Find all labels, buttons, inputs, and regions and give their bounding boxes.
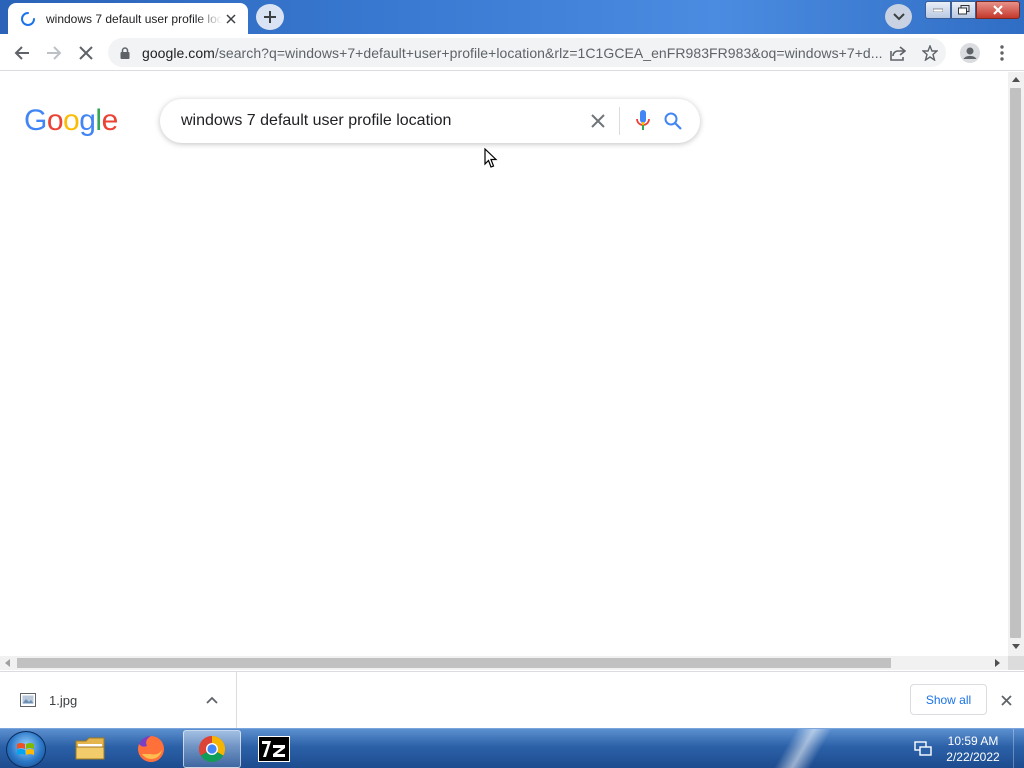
share-button[interactable] <box>884 39 912 67</box>
network-icon[interactable] <box>914 741 932 757</box>
vertical-scrollbar[interactable] <box>1008 72 1024 656</box>
horizontal-scrollbar[interactable] <box>0 656 1008 670</box>
page-content: Google windows 7 default user profile lo… <box>0 72 1008 656</box>
firefox-icon <box>138 736 164 762</box>
show-all-button[interactable]: Show all <box>910 684 987 715</box>
logo-letter: e <box>101 104 119 137</box>
tab-search-button[interactable] <box>885 4 912 29</box>
scroll-down-icon[interactable] <box>1012 644 1020 649</box>
lock-icon[interactable] <box>120 46 132 60</box>
taskbar-firefox[interactable] <box>122 730 180 768</box>
image-file-icon <box>20 693 36 707</box>
stop-loading-button[interactable] <box>72 39 100 67</box>
search-divider <box>619 107 620 135</box>
windows-logo-icon <box>17 742 34 755</box>
windows-taskbar: 10:59 AM 2/22/2022 <box>0 728 1024 768</box>
minimize-button[interactable] <box>925 1 951 19</box>
new-tab-button[interactable] <box>256 4 284 30</box>
restore-button[interactable] <box>951 1 976 19</box>
clock-time: 10:59 AM <box>947 734 999 748</box>
search-input[interactable]: windows 7 default user profile location <box>160 112 583 130</box>
scroll-up-icon[interactable] <box>1012 77 1020 82</box>
close-shelf-icon[interactable] <box>996 690 1016 710</box>
microphone-icon[interactable] <box>628 106 658 136</box>
taskbar-explorer[interactable] <box>61 730 119 768</box>
download-file-name: 1.jpg <box>49 692 78 708</box>
logo-letter: g <box>79 104 96 137</box>
arrow-right-icon <box>47 46 62 60</box>
taskbar-7zip[interactable] <box>245 730 303 768</box>
bookmark-button[interactable] <box>916 39 944 67</box>
clock-date: 2/22/2022 <box>946 750 1000 764</box>
logo-letter: G <box>24 104 47 137</box>
url-path: /search?q=windows+7+default+user+profile… <box>214 44 883 61</box>
browser-tab[interactable]: windows 7 default user profile location <box>8 3 248 34</box>
window-controls <box>925 1 1020 19</box>
clear-search-icon[interactable] <box>583 106 613 136</box>
restore-icon <box>957 5 969 15</box>
scrollbar-corner <box>1008 656 1024 670</box>
7zip-icon <box>258 736 290 762</box>
forward-button[interactable] <box>40 39 68 67</box>
system-clock[interactable]: 10:59 AM 2/22/2022 <box>940 733 1006 765</box>
back-button[interactable] <box>8 39 36 67</box>
stop-icon <box>79 46 93 60</box>
horizontal-scroll-thumb[interactable] <box>17 658 891 668</box>
avatar-icon <box>960 43 980 63</box>
arrow-left-icon <box>14 46 29 60</box>
logo-letter: o <box>63 104 80 137</box>
chevron-down-icon <box>892 12 905 20</box>
star-icon <box>922 45 938 61</box>
logo-letter: o <box>46 104 64 137</box>
minimize-icon <box>933 8 943 12</box>
loading-spinner-icon <box>21 11 35 26</box>
show-desktop-button[interactable] <box>1013 729 1024 768</box>
title-bar: windows 7 default user profile location <box>0 0 1024 34</box>
profile-button[interactable] <box>956 39 984 67</box>
download-shelf: 1.jpg Show all <box>0 671 1024 728</box>
share-icon <box>890 46 906 61</box>
address-bar[interactable]: google.com/search?q=windows+7+default+us… <box>108 38 946 67</box>
search-box: windows 7 default user profile location <box>160 99 700 143</box>
tab-title: windows 7 default user profile location <box>46 11 222 26</box>
vertical-scroll-thumb[interactable] <box>1010 88 1021 638</box>
browser-toolbar: google.com/search?q=windows+7+default+us… <box>0 34 1024 71</box>
mouse-cursor-icon <box>484 148 498 168</box>
close-tab-icon[interactable] <box>222 10 240 28</box>
close-icon <box>993 5 1003 15</box>
start-button[interactable] <box>6 731 46 768</box>
url-host: google.com <box>142 44 215 61</box>
scroll-right-icon[interactable] <box>995 659 1000 667</box>
more-vertical-icon <box>1000 45 1004 61</box>
folder-icon <box>75 737 105 760</box>
google-logo[interactable]: Google <box>24 104 118 138</box>
url-text: google.com/search?q=windows+7+default+us… <box>142 45 946 61</box>
taskbar-glare <box>760 729 840 768</box>
chrome-icon <box>198 735 226 763</box>
close-window-button[interactable] <box>976 1 1020 19</box>
taskbar-chrome[interactable] <box>183 730 241 768</box>
chevron-up-icon[interactable] <box>200 688 224 712</box>
scroll-left-icon[interactable] <box>5 659 10 667</box>
download-item[interactable]: 1.jpg <box>0 672 237 728</box>
menu-button[interactable] <box>988 39 1016 67</box>
search-icon[interactable] <box>658 106 688 136</box>
plus-icon <box>264 11 276 23</box>
